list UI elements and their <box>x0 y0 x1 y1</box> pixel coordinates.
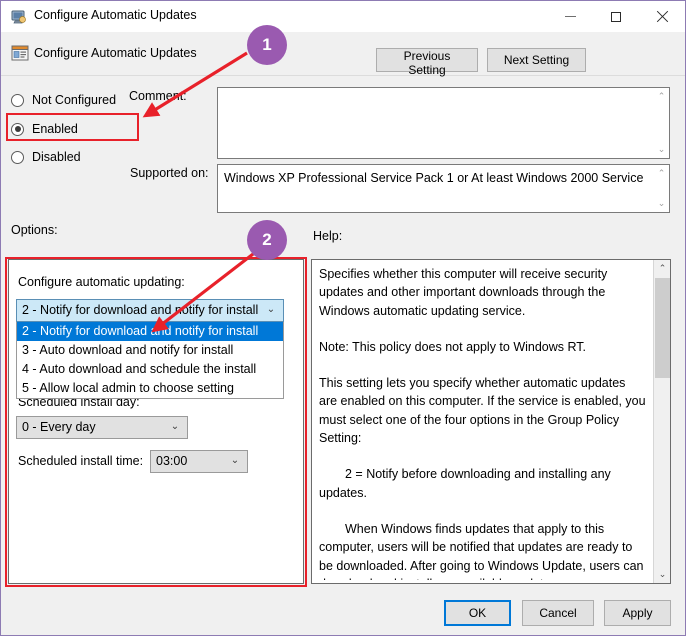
help-scroll-thumb[interactable] <box>655 278 670 378</box>
radio-not-configured-label: Not Configured <box>32 93 117 107</box>
supported-on-value: Windows XP Professional Service Pack 1 o… <box>224 171 647 185</box>
previous-setting-button[interactable]: Previous Setting <box>376 48 478 77</box>
minimize-button[interactable] <box>547 1 593 32</box>
comment-input[interactable]: ⌃ ⌄ <box>217 87 670 159</box>
minimize-icon <box>564 16 576 17</box>
help-paragraph: 2 = Notify before downloading and instal… <box>319 467 611 500</box>
help-paragraph: This setting lets you specify whether au… <box>319 376 646 446</box>
window-title: Configure Automatic Updates <box>34 8 197 22</box>
help-text: Specifies whether this computer will rec… <box>319 265 646 580</box>
annotation-highlight-enabled <box>6 113 139 141</box>
annotation-badge-2: 2 <box>247 220 287 260</box>
help-label: Help: <box>313 229 343 243</box>
help-paragraph: Specifies whether this computer will rec… <box>319 267 608 318</box>
annotation-badge-1: 1 <box>247 25 287 65</box>
supported-scroll-up-icon[interactable]: ⌃ <box>653 165 670 182</box>
help-scroll-down-icon[interactable]: ⌄ <box>654 566 671 583</box>
help-scrollbar[interactable]: ⌃ ⌄ <box>653 260 670 583</box>
ok-button[interactable]: OK <box>444 600 511 626</box>
policy-setting-icon <box>11 45 29 61</box>
configure-automatic-updates-dialog: Configure Automatic Updates Configure Au… <box>0 0 686 636</box>
apply-button[interactable]: Apply <box>604 600 671 626</box>
comment-scrollbar[interactable]: ⌃ ⌄ <box>652 88 669 158</box>
help-paragraph: When Windows finds updates that apply to… <box>319 521 644 580</box>
supported-on-label: Supported on: <box>130 166 209 180</box>
comment-label: Comment: <box>129 89 187 103</box>
computer-monitor-icon <box>11 10 26 24</box>
title-bar: Configure Automatic Updates <box>1 1 685 32</box>
radio-disabled-label: Disabled <box>32 150 81 164</box>
annotation-highlight-options <box>5 257 307 587</box>
radio-disabled[interactable]: Disabled <box>11 147 81 167</box>
comment-scroll-up-icon[interactable]: ⌃ <box>653 88 670 105</box>
radio-not-configured-indicator <box>11 93 24 107</box>
supported-on-field: Windows XP Professional Service Pack 1 o… <box>217 164 670 213</box>
supported-scroll-down-icon[interactable]: ⌄ <box>653 195 670 212</box>
supported-on-scrollbar[interactable]: ⌃ ⌄ <box>652 165 669 212</box>
help-panel: Specifies whether this computer will rec… <box>311 259 671 584</box>
next-setting-button[interactable]: Next Setting <box>487 48 586 72</box>
cancel-button[interactable]: Cancel <box>522 600 594 626</box>
comment-scroll-down-icon[interactable]: ⌄ <box>653 141 670 158</box>
help-scroll-up-icon[interactable]: ⌃ <box>654 260 671 277</box>
help-paragraph: Note: This policy does not apply to Wind… <box>319 339 587 354</box>
close-button[interactable] <box>639 1 685 32</box>
maximize-icon <box>611 11 621 22</box>
close-icon <box>656 11 668 23</box>
maximize-button[interactable] <box>593 1 639 32</box>
options-label: Options: <box>11 223 58 237</box>
setting-title: Configure Automatic Updates <box>34 46 197 60</box>
radio-disabled-indicator <box>11 150 24 164</box>
radio-not-configured[interactable]: Not Configured <box>11 90 116 110</box>
